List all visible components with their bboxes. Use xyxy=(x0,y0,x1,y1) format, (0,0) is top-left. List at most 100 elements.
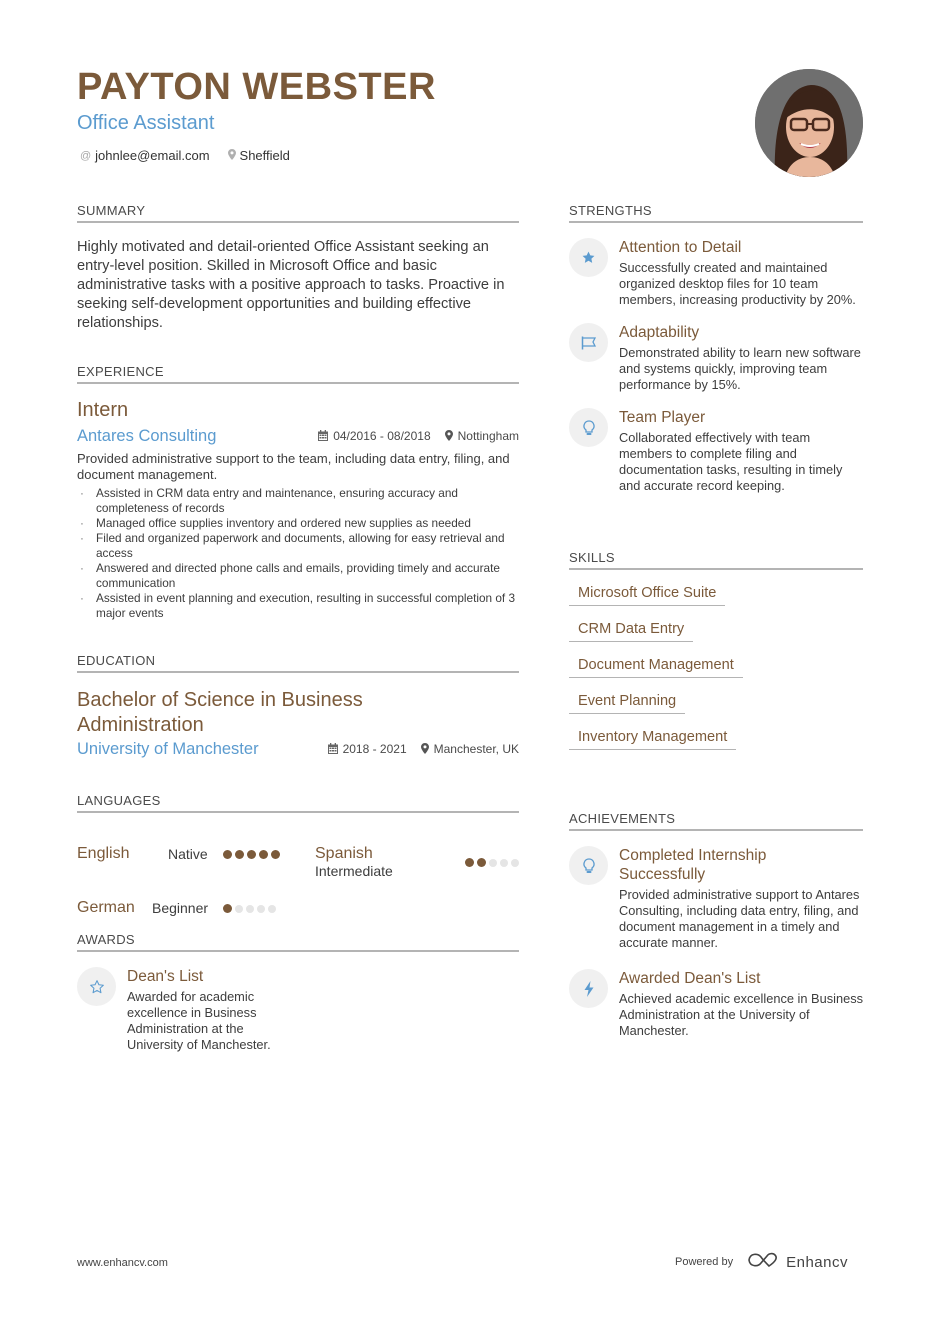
contact-info: @ johnlee@email.com Sheffield xyxy=(80,148,290,163)
skill-tag: Microsoft Office Suite xyxy=(569,585,726,606)
candidate-role: Office Assistant xyxy=(77,112,215,134)
degree-title: Bachelor of Science in Business Administ… xyxy=(77,689,363,736)
language-item: Spanish Intermediate xyxy=(315,845,519,879)
experience-section: EXPERIENCE Intern Antares Consulting 04/… xyxy=(77,364,519,621)
job-description: Provided administrative support to the t… xyxy=(77,451,510,482)
award-title: Dean's List xyxy=(127,968,204,985)
skill-tag: Inventory Management xyxy=(569,729,737,750)
language-name: Spanish xyxy=(315,845,373,862)
language-item: German Beginner xyxy=(77,899,276,917)
skills-section: SKILLS Microsoft Office Suite CRM Data E… xyxy=(569,550,863,750)
language-rating xyxy=(223,904,276,913)
award-item: Dean's List Awarded for academic excelle… xyxy=(77,967,277,1053)
summary-heading: SUMMARY xyxy=(77,203,519,223)
rating-dot-empty xyxy=(257,904,265,913)
language-level: Native xyxy=(168,846,208,862)
language-name: English xyxy=(77,845,130,862)
calendar-icon xyxy=(327,743,338,754)
job-location: Nottingham xyxy=(444,429,519,443)
rating-dot-filled xyxy=(223,904,232,913)
job-entry: Intern Antares Consulting 04/2016 - 08/2… xyxy=(77,399,519,621)
strengths-section: STRENGTHS Attention to Detail Successful… xyxy=(569,203,863,494)
candidate-name: PAYTON WEBSTER xyxy=(77,66,436,108)
language-name: German xyxy=(77,899,135,916)
company-name: Antares Consulting xyxy=(77,427,217,445)
language-rating xyxy=(223,850,280,859)
awards-heading: AWARDS xyxy=(77,932,519,952)
school-name: University of Manchester xyxy=(77,740,259,758)
language-item: English Native xyxy=(77,845,280,863)
strength-title: Team Player xyxy=(619,409,706,426)
strength-item: Adaptability Demonstrated ability to lea… xyxy=(569,323,863,393)
rating-dot-filled xyxy=(235,850,244,859)
skill-tag: Document Management xyxy=(569,657,743,678)
contact-location: Sheffield xyxy=(227,148,290,163)
rating-dot-empty xyxy=(268,904,276,913)
strengths-heading: STRENGTHS xyxy=(569,203,863,223)
contact-email[interactable]: @ johnlee@email.com xyxy=(80,148,210,163)
lightbulb-icon xyxy=(569,408,608,447)
brand-name: Enhancv xyxy=(786,1253,848,1271)
experience-heading: EXPERIENCE xyxy=(77,364,519,384)
education-heading: EDUCATION xyxy=(77,653,519,673)
language-level: Beginner xyxy=(152,900,209,916)
map-pin-icon xyxy=(227,148,236,163)
footer-website-link[interactable]: www.enhancv.com xyxy=(77,1257,168,1269)
enhancv-logo[interactable]: Enhancv xyxy=(747,1252,848,1272)
rating-dot-empty xyxy=(500,858,508,867)
rating-dot-filled xyxy=(271,850,280,859)
strength-description: Successfully created and maintained orga… xyxy=(619,260,856,307)
education-section: EDUCATION Bachelor of Science in Busines… xyxy=(77,653,519,759)
achievement-item: Awarded Dean's List Achieved academic ex… xyxy=(569,969,863,1039)
job-dates: 04/2016 - 08/2018 xyxy=(318,429,431,443)
lightning-icon xyxy=(569,969,608,1008)
job-bullet: Assisted in CRM data entry and maintenan… xyxy=(77,486,519,516)
job-bullet: Managed office supplies inventory and or… xyxy=(77,516,519,531)
education-location: Manchester, UK xyxy=(420,742,519,756)
job-title: Intern xyxy=(77,399,129,421)
rating-dot-empty xyxy=(235,904,243,913)
skills-heading: SKILLS xyxy=(569,550,863,570)
map-pin-icon xyxy=(420,743,429,754)
rating-dot-filled xyxy=(465,858,474,867)
star-outline-icon xyxy=(77,967,116,1006)
languages-heading: LANGUAGES xyxy=(77,793,519,813)
map-pin-icon xyxy=(444,430,453,441)
achievement-item: Completed Internship Successfully Provid… xyxy=(569,846,863,951)
award-description: Awarded for academic excellence in Busin… xyxy=(127,989,271,1052)
job-bullet: Assisted in event planning and execution… xyxy=(77,591,519,621)
language-rating xyxy=(465,858,519,867)
rating-dot-filled xyxy=(247,850,256,859)
lightbulb-icon xyxy=(569,846,608,885)
strength-description: Demonstrated ability to learn new softwa… xyxy=(619,345,861,392)
awards-section: AWARDS Dean's List Awarded for academic … xyxy=(77,932,519,1053)
calendar-icon xyxy=(318,430,329,441)
at-icon: @ xyxy=(80,149,92,162)
summary-text: Highly motivated and detail-oriented Off… xyxy=(77,239,505,331)
rating-dot-filled xyxy=(259,850,268,859)
strength-title: Adaptability xyxy=(619,324,700,341)
achievement-title: Completed Internship Successfully xyxy=(619,847,767,883)
languages-section: LANGUAGES English Native Spanish Interme… xyxy=(77,793,519,916)
star-icon xyxy=(569,238,608,277)
skill-tag: Event Planning xyxy=(569,693,686,714)
rating-dot-filled xyxy=(477,858,486,867)
job-bullet: Filed and organized paperwork and docume… xyxy=(77,531,519,561)
strength-item: Team Player Collaborated effectively wit… xyxy=(569,408,863,494)
job-bullets: Assisted in CRM data entry and maintenan… xyxy=(77,486,519,621)
skill-tag: CRM Data Entry xyxy=(569,621,694,642)
rating-dot-filled xyxy=(223,850,232,859)
strength-title: Attention to Detail xyxy=(619,239,742,256)
education-dates: 2018 - 2021 xyxy=(327,742,407,756)
flag-icon xyxy=(569,323,608,362)
strength-item: Attention to Detail Successfully created… xyxy=(569,238,863,308)
rating-dot-empty xyxy=(246,904,254,913)
location-text: Sheffield xyxy=(239,148,290,163)
powered-by-label: Powered by xyxy=(675,1256,734,1268)
enhancv-logo-icon xyxy=(747,1252,779,1272)
email-text: johnlee@email.com xyxy=(95,148,210,163)
strength-description: Collaborated effectively with team membe… xyxy=(619,430,843,493)
job-bullet: Answered and directed phone calls and em… xyxy=(77,561,519,591)
achievements-heading: ACHIEVEMENTS xyxy=(569,811,863,831)
summary-section: SUMMARY Highly motivated and detail-orie… xyxy=(77,203,519,333)
